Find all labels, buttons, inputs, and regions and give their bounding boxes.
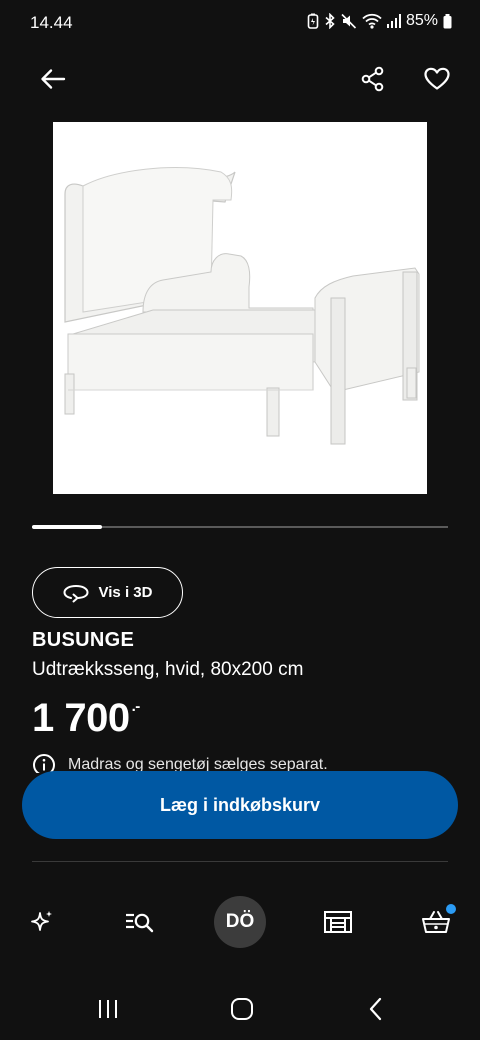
basket-icon <box>422 911 450 933</box>
status-icons: 85% <box>307 12 452 30</box>
info-notice: Madras og sengetøj sælges separat. <box>32 753 328 773</box>
price-value: 1 700 <box>32 696 130 740</box>
info-icon <box>33 754 55 773</box>
system-nav <box>0 984 480 1034</box>
nav-search[interactable] <box>112 890 168 954</box>
divider <box>32 861 448 862</box>
sparkle-icon <box>31 911 52 931</box>
bluetooth-icon <box>325 13 335 29</box>
top-bar <box>0 52 480 108</box>
avatar: DÖ <box>214 896 266 948</box>
mute-icon <box>341 13 357 29</box>
bottom-nav: DÖ <box>0 890 480 956</box>
arrow-left-icon <box>41 69 66 89</box>
nav-store[interactable] <box>310 890 366 954</box>
product-image[interactable] <box>53 122 427 494</box>
add-to-cart-label: Læg i indkøbskurv <box>159 794 321 815</box>
rotate-3d-icon <box>63 584 89 602</box>
search-list-icon <box>126 913 154 933</box>
wifi-icon <box>362 13 382 29</box>
share-button[interactable] <box>351 57 395 101</box>
system-back-button[interactable] <box>346 984 406 1034</box>
nav-inspiration[interactable] <box>14 890 70 954</box>
battery-icon <box>443 13 452 28</box>
favorite-button[interactable] <box>415 57 459 101</box>
basket-badge <box>446 904 456 914</box>
share-icon <box>361 66 384 92</box>
status-time: 14.44 <box>30 13 73 32</box>
home-button[interactable] <box>212 984 272 1034</box>
battery-percent: 85% <box>405 12 438 29</box>
chevron-left-icon <box>369 997 382 1021</box>
battery-saver-icon <box>307 13 319 29</box>
view-3d-button[interactable]: Vis i 3D <box>32 567 183 618</box>
product-description: Udtrækksseng, hvid, 80x200 cm <box>32 659 304 680</box>
heart-icon <box>424 67 450 90</box>
signal-icon <box>386 14 401 28</box>
product-name: BUSUNGE <box>32 629 135 651</box>
store-icon <box>324 911 352 933</box>
price-suffix: .- <box>131 697 141 715</box>
nav-profile[interactable]: DÖ <box>212 890 268 954</box>
recent-apps-icon <box>99 1000 117 1018</box>
product-price: 1 700 .- <box>32 696 140 741</box>
view-3d-label: Vis i 3D <box>98 584 153 601</box>
nav-basket[interactable] <box>408 890 464 954</box>
gallery-progress-indicator <box>32 525 102 529</box>
add-to-cart-button[interactable]: Læg i indkøbskurv <box>22 771 458 839</box>
status-bar: 14.44 85% <box>0 0 480 46</box>
info-text: Madras og sengetøj sælges separat. <box>68 756 328 773</box>
recent-apps-button[interactable] <box>78 984 138 1034</box>
bed-illustration <box>64 167 420 445</box>
back-button[interactable] <box>31 57 75 101</box>
home-icon <box>231 998 253 1020</box>
